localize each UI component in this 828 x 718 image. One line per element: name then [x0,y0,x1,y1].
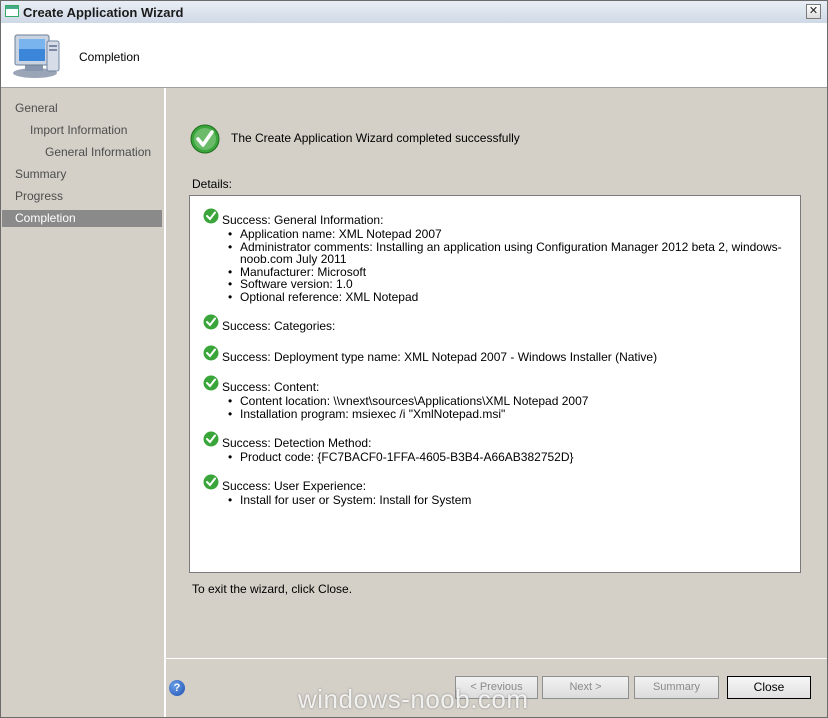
wizard-header: Completion [1,23,827,88]
detail-item: Application name: XML Notepad 2007 [228,228,793,241]
exit-instructions: To exit the wizard, click Close. [192,582,353,596]
detail-item: Content location: \\vnext\sources\Applic… [228,395,793,408]
details-label: Details: [192,177,233,191]
success-check-icon [203,345,219,361]
detail-item: Install for user or System: Install for … [228,494,793,507]
detail-item: Product code: {FC7BACF0-1FFA-4605-B3B4-A… [228,451,793,464]
success-check-icon [203,314,219,330]
detail-item: Administrator comments: Installing an ap… [228,240,793,266]
success-check-icon [190,124,220,154]
success-check-icon [203,375,219,391]
details-section-user-experience: Success: User Experience: Install for us… [203,474,793,507]
success-check-icon [203,431,219,447]
nav-item-import-information[interactable]: Import Information [2,122,162,139]
wizard-nav: General Import Information General Infor… [1,88,166,717]
details-section-categories: Success: Categories: [203,314,793,333]
wizard-content: The Create Application Wizard completed … [166,88,827,658]
title-bar: Create Application Wizard ✕ [1,1,827,24]
success-check-icon [203,208,219,224]
details-section-detection-method: Success: Detection Method: Product code:… [203,431,793,464]
nav-item-progress[interactable]: Progress [2,188,162,205]
window-title: Create Application Wizard [23,5,184,20]
details-section-deployment-type: Success: Deployment type name: XML Notep… [203,345,793,364]
detail-item: Optional reference: XML Notepad [228,290,793,304]
computer-icon [13,34,60,78]
nav-item-completion[interactable]: Completion [2,210,162,227]
nav-item-general-information[interactable]: General Information [2,144,162,161]
summary-button[interactable]: Summary [634,676,719,699]
wizard-window: Create Application Wizard ✕ Completion G… [0,0,828,718]
success-check-icon [203,474,219,490]
section-title: Success: Categories: [222,319,336,333]
section-title: Success: Detection Method: [222,436,372,450]
details-panel[interactable]: Success: General Information: Applicatio… [189,195,801,573]
wizard-app-icon [5,5,19,17]
next-button[interactable]: Next > [542,676,629,699]
section-title: Success: Content: [222,380,320,394]
help-icon[interactable]: ? [169,680,185,696]
close-button[interactable]: Close [727,676,811,699]
section-title: Success: General Information: [222,213,384,227]
nav-item-summary[interactable]: Summary [2,166,162,183]
detail-item: Software version: 1.0 [228,278,793,291]
watermark: windows-noob.com [298,684,529,714]
close-window-button[interactable]: ✕ [806,4,821,19]
page-title: Completion [79,50,140,64]
section-title: Success: Deployment type name: XML Notep… [222,350,658,364]
details-section-general-information: Success: General Information: Applicatio… [203,208,793,304]
details-section-content: Success: Content: Content location: \\vn… [203,375,793,421]
nav-item-general[interactable]: General [2,100,162,117]
section-title: Success: User Experience: [222,479,367,493]
completion-status-text: The Create Application Wizard completed … [231,131,520,145]
detail-item: Installation program: msiexec /i "XmlNot… [228,407,793,421]
